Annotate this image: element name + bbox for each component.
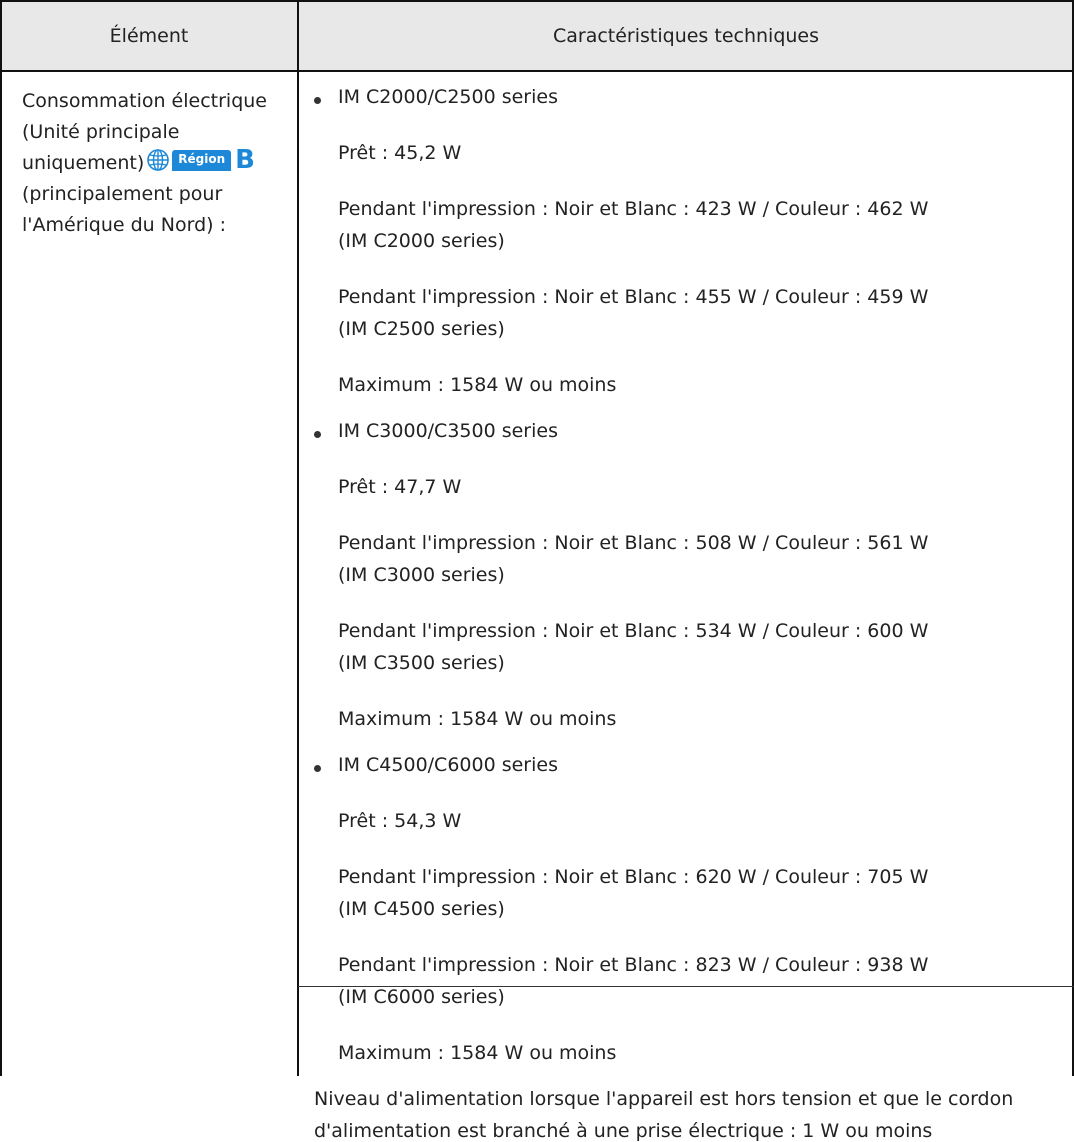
model-name: IM C4500/C6000 series (338, 754, 558, 776)
model-name: IM C3000/C3500 series (338, 420, 558, 442)
ready-power: Prêt : 47,7 W (338, 476, 462, 498)
printing-power: Pendant l'impression : Noir et Blanc : 4… (338, 286, 929, 308)
printing-power: Pendant l'impression : Noir et Blanc : 4… (338, 198, 929, 220)
column-divider (297, 0, 299, 1076)
item-label-text: uniquement) (22, 152, 145, 174)
item-label-line: Consommation électrique (22, 90, 267, 112)
item-label-line-with-region: uniquement) Région B (22, 145, 282, 179)
item-label-line: (principalement pour (22, 183, 223, 205)
printing-model: (IM C2000 series) (338, 230, 505, 252)
item-label-line: l'Amérique du Nord) : (22, 214, 226, 236)
spec-table: Élément Caractéristiques techniques Cons… (0, 0, 1074, 1142)
model-name: IM C2000/C2500 series (338, 86, 558, 108)
table-left-border (0, 0, 2, 1076)
note-divider (298, 986, 1074, 987)
standby-power-note: Niveau d'alimentation lorsque l'appareil… (314, 1088, 1014, 1110)
column-header-element: Élément (109, 24, 189, 47)
printing-model: (IM C4500 series) (338, 898, 505, 920)
printing-model: (IM C3500 series) (338, 652, 505, 674)
printing-model: (IM C3000 series) (338, 564, 505, 586)
printing-model: (IM C6000 series) (338, 986, 505, 1008)
printing-power: Pendant l'impression : Noir et Blanc : 6… (338, 866, 929, 888)
bullet-icon (314, 431, 321, 438)
printing-power: Pendant l'impression : Noir et Blanc : 5… (338, 620, 929, 642)
column-header-specs: Caractéristiques techniques (552, 24, 820, 47)
maximum-power: Maximum : 1584 W ou moins (338, 374, 617, 396)
ready-power: Prêt : 54,3 W (338, 810, 462, 832)
globe-icon (147, 149, 170, 171)
standby-power-note: d'alimentation est branché à une prise é… (314, 1120, 933, 1142)
printing-power: Pendant l'impression : Noir et Blanc : 8… (338, 954, 929, 976)
item-label: Consommation électrique (Unité principal… (22, 86, 282, 241)
ready-power: Prêt : 45,2 W (338, 142, 462, 164)
region-letter: B (235, 145, 255, 175)
bullet-icon (314, 765, 321, 772)
bullet-icon (314, 97, 321, 104)
printing-model: (IM C2500 series) (338, 318, 505, 340)
maximum-power: Maximum : 1584 W ou moins (338, 708, 617, 730)
item-label-line: (Unité principale (22, 121, 180, 143)
region-label: Région (172, 149, 232, 171)
maximum-power: Maximum : 1584 W ou moins (338, 1042, 617, 1064)
printing-power: Pendant l'impression : Noir et Blanc : 5… (338, 532, 929, 554)
region-badge: Région B (146, 145, 255, 175)
